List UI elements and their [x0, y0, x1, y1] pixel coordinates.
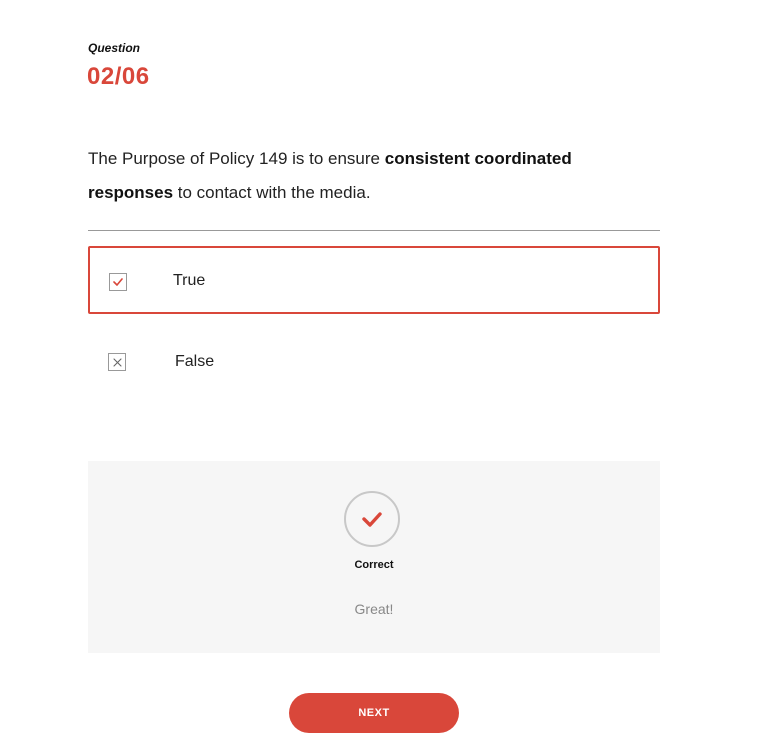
check-icon — [113, 278, 123, 286]
question-number: 02/06 — [87, 63, 150, 90]
option-true[interactable]: True — [88, 246, 660, 314]
question-text-start: The Purpose of Policy 149 is to ensure — [88, 149, 385, 168]
option-true-checkbox[interactable] — [109, 273, 127, 291]
x-icon — [112, 357, 122, 367]
question-text-end: to contact with the media. — [173, 183, 371, 202]
feedback-title: Correct — [354, 559, 394, 571]
divider — [88, 230, 660, 231]
option-true-label: True — [173, 272, 206, 289]
quiz-page: Question 02/06 The Purpose of Policy 149… — [0, 0, 759, 753]
option-false-checkbox[interactable] — [108, 353, 126, 371]
option-false-label: False — [175, 353, 215, 370]
next-button[interactable]: NEXT — [289, 693, 459, 733]
feedback-message: Great! — [354, 601, 394, 617]
feedback-panel: Correct Great! — [88, 461, 660, 653]
check-icon — [362, 512, 382, 527]
question-text: The Purpose of Policy 149 is to ensure c… — [88, 142, 660, 210]
question-label: Question — [88, 41, 141, 55]
option-false[interactable]: False — [88, 327, 660, 395]
feedback-circle — [344, 491, 400, 547]
